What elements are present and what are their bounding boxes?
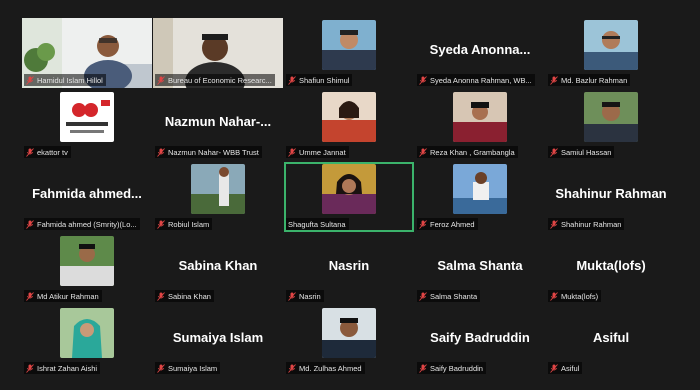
participant-tile[interactable]: Md. Zulhas Ahmed bbox=[284, 306, 414, 376]
participant-tile[interactable]: Salma Shanta Salma Shanta bbox=[415, 234, 545, 304]
muted-mic-icon bbox=[419, 363, 427, 373]
participant-display-name: Sumaiya Islam bbox=[172, 330, 264, 345]
participant-name-label: Shahinur Rahman bbox=[548, 218, 625, 230]
participant-display-name: Nasrin bbox=[328, 258, 370, 273]
muted-mic-icon bbox=[26, 291, 34, 301]
ekattor-logo bbox=[60, 92, 114, 142]
participant-name-label: ekattor tv bbox=[24, 146, 71, 158]
muted-mic-icon bbox=[550, 147, 558, 157]
participant-name-label: Fahmida ahmed (Smrity)(Lo... bbox=[24, 218, 140, 230]
participant-name-label: Mukta(lofs) bbox=[548, 290, 602, 302]
participant-tile[interactable]: Asiful Asiful bbox=[546, 306, 676, 376]
participant-tile[interactable]: Md. Bazlur Rahman bbox=[546, 18, 676, 88]
video-thumbnail bbox=[322, 92, 376, 142]
muted-mic-icon bbox=[157, 291, 165, 301]
muted-mic-icon bbox=[157, 75, 165, 85]
participant-tile[interactable]: Syeda Anonna... Syeda Anonna Rahman, WB.… bbox=[415, 18, 545, 88]
participant-display-name: Salma Shanta bbox=[437, 258, 523, 273]
muted-mic-icon bbox=[550, 363, 558, 373]
participant-tile[interactable]: Saify Badruddin Saify Badruddin bbox=[415, 306, 545, 376]
participant-name-label: Sabina Khan bbox=[155, 290, 214, 302]
participant-name-label: Hamidul Islam Hillol bbox=[24, 74, 106, 86]
muted-mic-icon bbox=[288, 147, 296, 157]
participant-tile-wide[interactable]: Hamidul Islam Hillol Bureau of Economic … bbox=[22, 18, 283, 88]
participant-display-name: Sabina Khan bbox=[178, 258, 258, 273]
muted-mic-icon bbox=[550, 75, 558, 85]
participant-name-label: Ishrat Zahan Aishi bbox=[24, 362, 101, 374]
video-thumbnail bbox=[322, 20, 376, 70]
video-thumbnail bbox=[453, 164, 507, 214]
participant-tile[interactable]: Nazmun Nahar-... Nazmun Nahar- WBB Trust bbox=[153, 90, 283, 160]
participant-display-name: Shahinur Rahman bbox=[555, 186, 667, 201]
participant-name-label: Salma Shanta bbox=[417, 290, 481, 302]
participant-name-label: Md. Bazlur Rahman bbox=[548, 74, 631, 86]
participant-name-label: Syeda Anonna Rahman, WB... bbox=[417, 74, 535, 86]
participant-tile[interactable]: Reza Khan , Grambangla bbox=[415, 90, 545, 160]
participant-tile[interactable]: Samiul Hassan bbox=[546, 90, 676, 160]
muted-mic-icon bbox=[157, 147, 165, 157]
participant-name-label: Sumaiya Islam bbox=[155, 362, 221, 374]
participant-tile-active-speaker[interactable]: Shagufta Sultana bbox=[284, 162, 414, 232]
participant-tile[interactable]: Feroz Ahmed bbox=[415, 162, 545, 232]
participant-name-label: Feroz Ahmed bbox=[417, 218, 478, 230]
muted-mic-icon bbox=[26, 363, 34, 373]
video-thumbnail bbox=[453, 92, 507, 142]
muted-mic-icon bbox=[419, 147, 427, 157]
participant-tile[interactable]: Nasrin Nasrin bbox=[284, 234, 414, 304]
participant-tile[interactable]: Ishrat Zahan Aishi bbox=[22, 306, 152, 376]
participant-display-name: Asiful bbox=[592, 330, 630, 345]
muted-mic-icon bbox=[419, 291, 427, 301]
participant-display-name: Saify Badruddin bbox=[430, 330, 530, 345]
muted-mic-icon bbox=[288, 75, 296, 85]
video-thumbnail bbox=[322, 164, 376, 214]
muted-mic-icon bbox=[288, 291, 296, 301]
participant-tile[interactable]: Shafiun Shimul bbox=[284, 18, 414, 88]
participant-name-label: Md. Zulhas Ahmed bbox=[286, 362, 365, 374]
muted-mic-icon bbox=[550, 219, 558, 229]
video-thumbnail bbox=[60, 308, 114, 358]
participant-tile[interactable]: Shahinur Rahman Shahinur Rahman bbox=[546, 162, 676, 232]
muted-mic-icon bbox=[157, 219, 165, 229]
video-thumbnail bbox=[584, 20, 638, 70]
participant-display-name: Nazmun Nahar-... bbox=[164, 114, 272, 129]
participant-name-label: Shagufta Sultana bbox=[286, 218, 349, 230]
participant-tile[interactable]: Umme Jannat bbox=[284, 90, 414, 160]
participant-name-label: Robiul Islam bbox=[155, 218, 213, 230]
participant-tile[interactable]: Robiul Islam bbox=[153, 162, 283, 232]
video-thumbnail bbox=[322, 308, 376, 358]
participant-tile[interactable]: ekattor tv bbox=[22, 90, 152, 160]
participant-tile[interactable]: Fahmida ahmed... Fahmida ahmed (Smrity)(… bbox=[22, 162, 152, 232]
participant-name-label: Nasrin bbox=[286, 290, 324, 302]
participant-display-name: Syeda Anonna... bbox=[429, 42, 531, 57]
video-thumbnail bbox=[191, 164, 245, 214]
video-thumbnail bbox=[584, 92, 638, 142]
muted-mic-icon bbox=[288, 363, 296, 373]
participant-name-label: Bureau of Economic Researc... bbox=[155, 74, 275, 86]
gallery-view-grid: Hamidul Islam Hillol Bureau of Economic … bbox=[22, 18, 676, 378]
muted-mic-icon bbox=[550, 291, 558, 301]
participant-name-label: Shafiun Shimul bbox=[286, 74, 353, 86]
participant-name-label: Saify Badruddin bbox=[417, 362, 486, 374]
video-thumbnail bbox=[60, 236, 114, 286]
muted-mic-icon bbox=[26, 147, 34, 157]
participant-name-label: Samiul Hassan bbox=[548, 146, 615, 158]
participant-name-label: Nazmun Nahar- WBB Trust bbox=[155, 146, 262, 158]
participant-name-label: Umme Jannat bbox=[286, 146, 349, 158]
participant-tile[interactable]: Sumaiya Islam Sumaiya Islam bbox=[153, 306, 283, 376]
participant-display-name: Mukta(lofs) bbox=[576, 258, 646, 273]
participant-name-label: Md Atikur Rahman bbox=[24, 290, 102, 302]
muted-mic-icon bbox=[26, 75, 34, 85]
participant-tile[interactable]: Sabina Khan Sabina Khan bbox=[153, 234, 283, 304]
participant-display-name: Fahmida ahmed... bbox=[32, 186, 142, 201]
muted-mic-icon bbox=[419, 75, 427, 85]
participant-name-label: Asiful bbox=[548, 362, 583, 374]
muted-mic-icon bbox=[157, 363, 165, 373]
muted-mic-icon bbox=[419, 219, 427, 229]
muted-mic-icon bbox=[26, 219, 34, 229]
participant-tile[interactable]: Mukta(lofs) Mukta(lofs) bbox=[546, 234, 676, 304]
participant-name-label: Reza Khan , Grambangla bbox=[417, 146, 518, 158]
participant-tile[interactable]: Md Atikur Rahman bbox=[22, 234, 152, 304]
